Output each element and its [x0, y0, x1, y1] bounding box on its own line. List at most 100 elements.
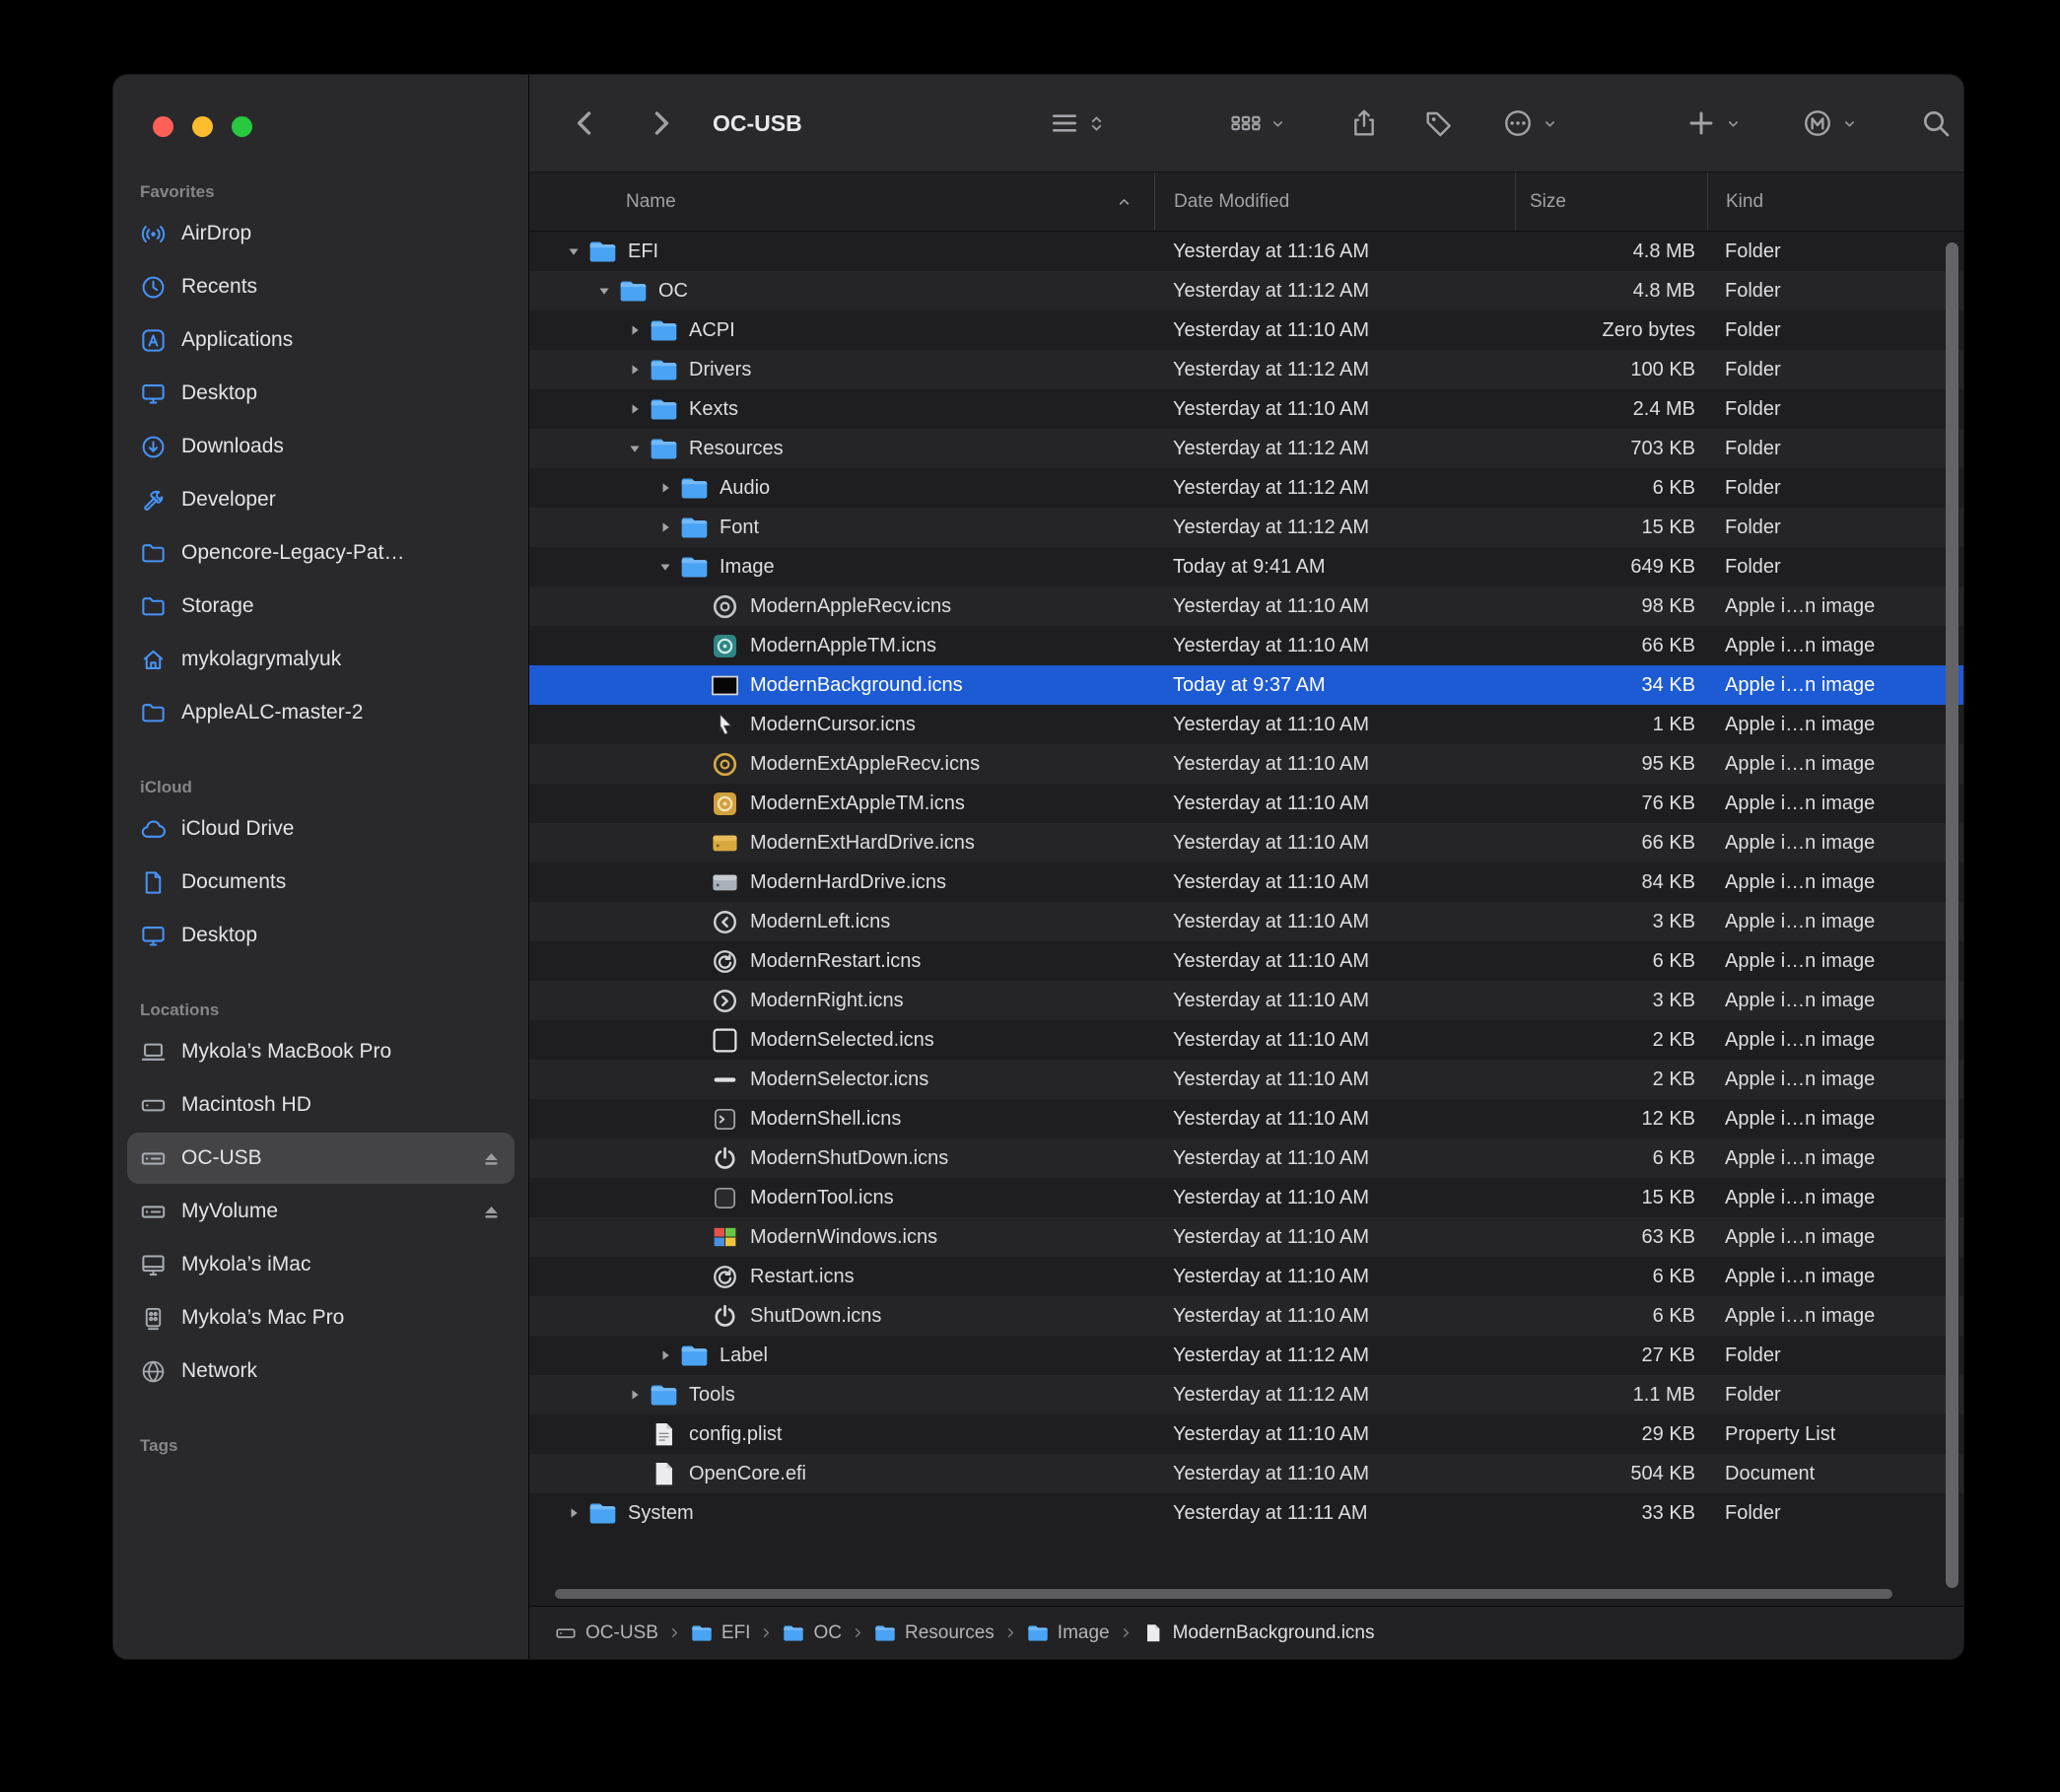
sidebar-item-recents[interactable]: Recents: [127, 261, 515, 312]
breadcrumb-item-image[interactable]: Image: [1027, 1622, 1110, 1644]
file-row-modernharddrive-icns[interactable]: ModernHardDrive.icnsYesterday at 11:10 A…: [529, 862, 1963, 902]
vertical-scrollbar[interactable]: [1946, 242, 1958, 1588]
sidebar-item-desktop[interactable]: Desktop: [127, 368, 515, 419]
file-row-audio[interactable]: AudioYesterday at 11:12 AM6 KBFolder: [529, 468, 1963, 508]
disclosure-closed-icon[interactable]: [559, 1503, 588, 1523]
breadcrumb-item-efi[interactable]: EFI: [691, 1622, 751, 1644]
file-row-image[interactable]: ImageToday at 9:41 AM649 KBFolder: [529, 547, 1963, 586]
forward-button[interactable]: [644, 106, 677, 140]
disclosure-closed-icon[interactable]: [620, 320, 650, 340]
disclosure-open-icon[interactable]: [651, 557, 680, 577]
minimize-button[interactable]: [192, 116, 213, 137]
sidebar-item-desktop[interactable]: Desktop: [127, 910, 515, 961]
file-row-system[interactable]: SystemYesterday at 11:11 AM33 KBFolder: [529, 1493, 1963, 1533]
more-actions-control[interactable]: [1502, 107, 1557, 139]
zoom-button[interactable]: [232, 116, 252, 137]
group-by-control[interactable]: [1230, 107, 1285, 139]
column-header-name[interactable]: Name: [529, 172, 1154, 231]
sidebar-item-applealc-master-2[interactable]: AppleALC-master-2: [127, 687, 515, 738]
breadcrumb-item-resources[interactable]: Resources: [874, 1622, 995, 1644]
sidebar-item-oc-usb[interactable]: OC-USB: [127, 1133, 515, 1184]
file-row-modernshutdown-icns[interactable]: ModernShutDown.icnsYesterday at 11:10 AM…: [529, 1138, 1963, 1178]
tags-button[interactable]: [1423, 107, 1455, 139]
file-row-modernselector-icns[interactable]: ModernSelector.icnsYesterday at 11:10 AM…: [529, 1060, 1963, 1099]
doc-s-icon: [140, 869, 167, 896]
sidebar-item-downloads[interactable]: Downloads: [127, 421, 515, 472]
size-cell: 98 KB: [1515, 595, 1707, 618]
sidebar-item-documents[interactable]: Documents: [127, 857, 515, 908]
horizontal-scrollbar[interactable]: [555, 1589, 1892, 1599]
disclosure-closed-icon[interactable]: [651, 478, 680, 498]
file-row-moderntool-icns[interactable]: ModernTool.icnsYesterday at 11:10 AM15 K…: [529, 1178, 1963, 1217]
sidebar-item-mykola-s-mac-pro[interactable]: Mykola’s Mac Pro: [127, 1292, 515, 1344]
disclosure-closed-icon[interactable]: [651, 1345, 680, 1365]
account-control[interactable]: [1802, 107, 1857, 139]
sidebar-item-storage[interactable]: Storage: [127, 581, 515, 632]
size-cell: 1 KB: [1515, 714, 1707, 736]
sidebar-item-opencore-legacy-pat[interactable]: Opencore-Legacy-Pat…: [127, 527, 515, 579]
file-row-font[interactable]: FontYesterday at 11:12 AM15 KBFolder: [529, 508, 1963, 547]
back-button[interactable]: [569, 106, 602, 140]
kind-cell: Apple i…n image: [1707, 635, 1963, 657]
sidebar-item-mykolagrymalyuk[interactable]: mykolagrymalyuk: [127, 634, 515, 685]
file-row-modernleft-icns[interactable]: ModernLeft.icnsYesterday at 11:10 AM3 KB…: [529, 902, 1963, 941]
disclosure-closed-icon[interactable]: [651, 517, 680, 537]
disclosure-closed-icon[interactable]: [620, 1385, 650, 1405]
breadcrumb-item-oc-usb[interactable]: OC-USB: [555, 1622, 658, 1644]
file-row-label[interactable]: LabelYesterday at 11:12 AM27 KBFolder: [529, 1336, 1963, 1375]
disclosure-closed-icon[interactable]: [620, 360, 650, 379]
file-row-modernrestart-icns[interactable]: ModernRestart.icnsYesterday at 11:10 AM6…: [529, 941, 1963, 981]
sidebar-item-mykola-s-imac[interactable]: Mykola’s iMac: [127, 1239, 515, 1290]
file-name-label: ModernHardDrive.icns: [750, 871, 946, 894]
file-row-modernwindows-icns[interactable]: ModernWindows.icnsYesterday at 11:10 AM6…: [529, 1217, 1963, 1257]
file-row-tools[interactable]: ToolsYesterday at 11:12 AM1.1 MBFolder: [529, 1375, 1963, 1414]
search-button[interactable]: [1920, 107, 1952, 139]
disclosure-open-icon[interactable]: [620, 439, 650, 458]
disclosure-open-icon[interactable]: [589, 281, 619, 301]
file-row-moderncursor-icns[interactable]: ModernCursor.icnsYesterday at 11:10 AM1 …: [529, 705, 1963, 744]
share-button[interactable]: [1348, 107, 1380, 139]
sidebar-item-network[interactable]: Network: [127, 1345, 515, 1397]
file-row-modernapplerecv-icns[interactable]: ModernAppleRecv.icnsYesterday at 11:10 A…: [529, 586, 1963, 626]
close-button[interactable]: [153, 116, 173, 137]
file-row-modernextharddrive-icns[interactable]: ModernExtHardDrive.icnsYesterday at 11:1…: [529, 823, 1963, 862]
breadcrumb-separator-icon: [1003, 1625, 1018, 1640]
breadcrumb-item-modernbackground-icns[interactable]: ModernBackground.icns: [1142, 1622, 1375, 1644]
file-row-modernshell-icns[interactable]: ModernShell.icnsYesterday at 11:10 AM12 …: [529, 1099, 1963, 1138]
file-row-efi[interactable]: EFIYesterday at 11:16 AM4.8 MBFolder: [529, 232, 1963, 271]
window-title: OC-USB: [713, 110, 802, 137]
file-row-modernextapplerecv-icns[interactable]: ModernExtAppleRecv.icnsYesterday at 11:1…: [529, 744, 1963, 784]
file-row-config-plist[interactable]: config.plistYesterday at 11:10 AM29 KBPr…: [529, 1414, 1963, 1454]
file-row-modernselected-icns[interactable]: ModernSelected.icnsYesterday at 11:10 AM…: [529, 1020, 1963, 1060]
sidebar-section-title-icloud: iCloud: [140, 778, 502, 797]
eject-icon[interactable]: [480, 1147, 503, 1170]
sidebar-item-icloud-drive[interactable]: iCloud Drive: [127, 803, 515, 855]
file-row-resources[interactable]: ResourcesYesterday at 11:12 AM703 KBFold…: [529, 429, 1963, 468]
sidebar-item-airdrop[interactable]: AirDrop: [127, 208, 515, 259]
file-row-modernbackground-icns[interactable]: ModernBackground.icnsToday at 9:37 AM34 …: [529, 665, 1963, 705]
file-row-drivers[interactable]: DriversYesterday at 11:12 AM100 KBFolder: [529, 350, 1963, 389]
sidebar-item-applications[interactable]: Applications: [127, 314, 515, 366]
file-row-oc[interactable]: OCYesterday at 11:12 AM4.8 MBFolder: [529, 271, 1963, 310]
file-row-modernright-icns[interactable]: ModernRight.icnsYesterday at 11:10 AM3 K…: [529, 981, 1963, 1020]
column-header-size[interactable]: Size: [1515, 172, 1707, 231]
file-row-opencore-efi[interactable]: OpenCore.efiYesterday at 11:10 AM504 KBD…: [529, 1454, 1963, 1493]
breadcrumb-item-oc[interactable]: OC: [783, 1622, 842, 1644]
file-row-restart-icns[interactable]: Restart.icnsYesterday at 11:10 AM6 KBApp…: [529, 1257, 1963, 1296]
sidebar-item-myvolume[interactable]: MyVolume: [127, 1186, 515, 1237]
sidebar-item-macintosh-hd[interactable]: Macintosh HD: [127, 1079, 515, 1131]
column-header-date-modified[interactable]: Date Modified: [1154, 172, 1515, 231]
view-options-control[interactable]: [1049, 107, 1104, 139]
sidebar-item-developer[interactable]: Developer: [127, 474, 515, 525]
file-row-kexts[interactable]: KextsYesterday at 11:10 AM2.4 MBFolder: [529, 389, 1963, 429]
eject-icon[interactable]: [480, 1201, 503, 1223]
file-row-modernextappletm-icns[interactable]: ModernExtAppleTM.icnsYesterday at 11:10 …: [529, 784, 1963, 823]
file-row-shutdown-icns[interactable]: ShutDown.icnsYesterday at 11:10 AM6 KBAp…: [529, 1296, 1963, 1336]
file-row-modernappletm-icns[interactable]: ModernAppleTM.icnsYesterday at 11:10 AM6…: [529, 626, 1963, 665]
column-header-kind[interactable]: Kind: [1707, 172, 1963, 231]
disclosure-closed-icon[interactable]: [620, 399, 650, 419]
sidebar-item-mykola-s-macbook-pro[interactable]: Mykola’s MacBook Pro: [127, 1026, 515, 1077]
file-row-acpi[interactable]: ACPIYesterday at 11:10 AMZero bytesFolde…: [529, 310, 1963, 350]
new-item-control[interactable]: [1685, 107, 1741, 139]
disclosure-open-icon[interactable]: [559, 241, 588, 261]
